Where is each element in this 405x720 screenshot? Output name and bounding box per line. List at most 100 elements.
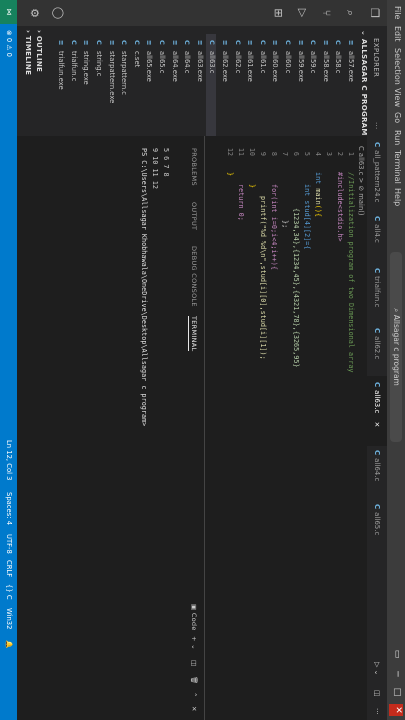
run-file-icon[interactable]: ▷ ⌄ — [367, 656, 387, 675]
tab-close-icon[interactable]: × — [373, 422, 381, 428]
code-line-2: #include<stdio.h> — [336, 172, 344, 242]
file-item[interactable]: ≡ all62.exe — [219, 40, 229, 82]
activity-bar: ❐ ⌕ ⑂ ▷ ⊞ ◯ ⚙ — [17, 0, 387, 26]
tab-terminal[interactable]: TERMINAL — [188, 316, 198, 352]
file-name: all63.exe — [195, 51, 204, 82]
search-icon: ⌕ — [392, 308, 401, 315]
file-item[interactable]: Call61.c — [257, 40, 267, 74]
cursor-position[interactable]: Ln 12, Col 3 — [5, 440, 13, 481]
new-terminal-icon[interactable]: + ⌄ — [190, 636, 198, 650]
split-editor-icon[interactable]: ◫ — [367, 684, 387, 697]
exe-file-icon: ≡ — [170, 40, 179, 46]
tab-trialfun[interactable]: Ctrialfun.c — [367, 262, 387, 324]
file-item[interactable]: ≡ all57.exe — [345, 40, 355, 82]
file-item[interactable]: Call65.c — [156, 40, 166, 74]
folder-header[interactable]: ⌄ ALLSAGAR C PROGRAM — [360, 30, 368, 136]
file-item[interactable]: Call63.c — [206, 34, 217, 136]
tab-debug-console[interactable]: DEBUG CONSOLE — [190, 246, 198, 307]
tab-all64[interactable]: Call64.c — [367, 444, 387, 500]
tab-label: all63.c — [373, 390, 381, 414]
file-name: all59.c — [309, 51, 318, 74]
menu-run[interactable]: Run — [393, 130, 402, 145]
terminal-shell[interactable]: ▣ Code — [190, 604, 198, 631]
file-name: all58.exe — [321, 51, 330, 82]
exe-file-icon: ≡ — [321, 40, 330, 46]
tab-all4[interactable]: Call4.c — [367, 210, 387, 264]
explorer-icon[interactable]: ❐ — [367, 6, 381, 20]
source-control-icon[interactable]: ⑂ — [319, 6, 333, 20]
language-mode[interactable]: {} C — [5, 584, 13, 600]
close-window-icon[interactable]: ✕ — [389, 704, 403, 716]
breadcrumb[interactable]: C all63.c > ⊘ main() — [355, 136, 367, 546]
file-item[interactable]: Call59.c — [307, 40, 317, 74]
file-item[interactable]: Cstring.c — [93, 40, 103, 76]
file-item[interactable]: ≡ all64.exe — [169, 40, 179, 82]
menu-go[interactable]: Go — [393, 112, 402, 123]
tab-all62[interactable]: Call62.c — [367, 322, 387, 378]
more-actions-icon[interactable]: ··· — [372, 122, 380, 130]
file-item[interactable]: ≡ trialfun.exe — [55, 40, 65, 90]
outline-section[interactable]: › OUTLINE — [35, 30, 43, 72]
menu-view[interactable]: View — [393, 88, 402, 107]
close-panel-icon[interactable]: ✕ — [190, 706, 198, 712]
problems-count[interactable]: ⊗ 0 ⚠ 0 — [5, 30, 13, 57]
menu-file[interactable]: File — [393, 6, 402, 19]
trash-icon[interactable]: 🗑 — [190, 676, 198, 685]
editor-more-icon[interactable]: ··· — [367, 702, 387, 715]
code-line-8: for(int i=0;i<4;i++){ — [270, 184, 278, 270]
layout-icon[interactable]: ▭ — [392, 648, 402, 660]
minimize-icon[interactable]: ─ — [392, 668, 402, 680]
file-name: all61.c — [258, 51, 267, 74]
encoding[interactable]: UTF-8 — [5, 534, 13, 554]
account-icon[interactable]: ◯ — [51, 6, 65, 20]
close-array: }; — [281, 220, 289, 229]
indent-setting[interactable]: Spaces: 4 — [5, 492, 13, 525]
menu-terminal[interactable]: Terminal — [393, 150, 402, 184]
remote-icon[interactable]: ⋈ — [0, 0, 17, 24]
file-item[interactable]: Ctrialfun.c — [68, 40, 78, 81]
file-item[interactable]: ≡ string.exe — [80, 40, 90, 85]
gear-icon[interactable]: ⚙ — [27, 6, 41, 20]
exe-file-icon: ≡ — [271, 40, 280, 46]
line-number: 12 — [226, 147, 234, 156]
line-number: 7 — [281, 151, 289, 156]
code-editor[interactable]: 1 2 3 4 5 6 7 8 9 10 11 12 //Initialization program… — [205, 136, 355, 720]
file-item[interactable]: Cstarpattern.c — [118, 40, 128, 95]
extensions-icon[interactable]: ⊞ — [271, 6, 285, 20]
maximize-icon[interactable]: □ — [392, 686, 402, 698]
run-debug-icon[interactable]: ▷ — [295, 6, 309, 20]
file-item[interactable]: ≡ starpattern.exe — [106, 40, 116, 103]
file-item[interactable]: ≡ all58.exe — [320, 40, 330, 82]
tab-all63[interactable]: Call63.c × — [367, 376, 387, 446]
menu-edit[interactable]: Edit — [393, 26, 402, 42]
folder-label: ALLSAGAR C PROGRAM — [360, 38, 368, 136]
code-line-1: //Initialization program of two Dimensio… — [347, 172, 355, 373]
eol[interactable]: CRLF — [5, 560, 13, 577]
file-item[interactable]: ≡ all65.exe — [143, 40, 153, 82]
platform[interactable]: Win32 — [5, 608, 13, 629]
file-item[interactable]: ≡ all61.exe — [244, 40, 254, 82]
tab-all65[interactable]: Call65.c — [367, 498, 387, 554]
menu-help[interactable]: Help — [393, 188, 402, 206]
file-item[interactable]: Cc.set — [131, 40, 141, 67]
file-item[interactable]: Call60.c — [282, 40, 292, 74]
file-item[interactable]: ≡ all63.exe — [194, 40, 204, 82]
file-name: string.exe — [82, 51, 91, 85]
notifications-icon[interactable]: 🔔 — [5, 640, 13, 648]
search-box[interactable]: ⌕ Allsagar c program — [390, 252, 402, 442]
file-item[interactable]: Call64.c — [181, 40, 191, 74]
split-terminal-icon[interactable]: ◫ — [190, 660, 198, 666]
search-view-icon[interactable]: ⌕ — [343, 6, 357, 20]
tab-output[interactable]: OUTPUT — [190, 202, 198, 230]
timeline-section[interactable]: › TIMELINE — [24, 30, 32, 75]
file-name: all60.c — [284, 51, 292, 74]
terminal-prompt[interactable]: PS C:\Users\Allsagar Khobhawala\OneDrive… — [140, 148, 148, 426]
file-item[interactable]: Call58.c — [332, 40, 342, 74]
file-item[interactable]: ≡ all60.exe — [269, 40, 279, 82]
file-item[interactable]: Call62.c — [232, 40, 242, 74]
tab-all-pattern24[interactable]: Call_pattern24.c — [367, 136, 387, 212]
menu-selection[interactable]: Selection — [393, 48, 402, 85]
file-item[interactable]: ≡ all59.exe — [295, 40, 305, 82]
maximize-panel-icon[interactable]: ⌃ — [190, 692, 198, 698]
tab-problems[interactable]: PROBLEMS — [190, 148, 198, 186]
